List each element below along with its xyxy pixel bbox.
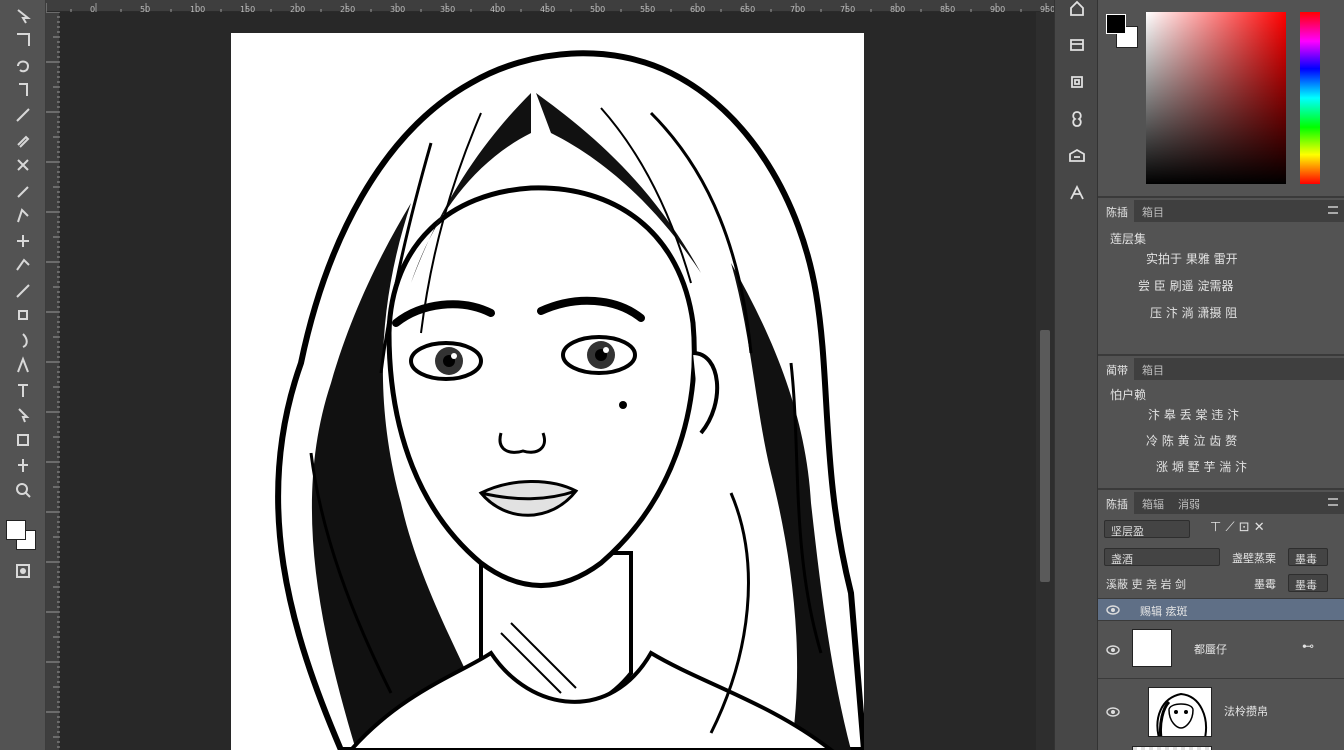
type-tool-icon[interactable] bbox=[10, 379, 36, 401]
tab-panel2-primary[interactable]: 陈插 bbox=[1098, 200, 1134, 222]
properties-icon[interactable] bbox=[1063, 105, 1091, 133]
photoshop-window: 0 50 100 150 200 250 300 350 400 450 500 550 600 650 7… bbox=[0, 0, 1344, 750]
panel2-line-2[interactable]: 尝 臣 刷遥 淀需器 bbox=[1138, 277, 1233, 294]
left-ruler bbox=[46, 11, 60, 750]
history-icon[interactable] bbox=[1063, 31, 1091, 59]
panel-icon-strip bbox=[1054, 0, 1098, 750]
panel3-line-3[interactable]: 涨 塬 墅 芋 湍 汴 bbox=[1156, 458, 1247, 475]
scrollbar-thumb[interactable] bbox=[1040, 330, 1050, 582]
color-saturation-field[interactable] bbox=[1146, 12, 1286, 184]
opacity-field[interactable]: 墨毒 bbox=[1288, 548, 1328, 566]
tab-paths[interactable]: 消弱 bbox=[1170, 492, 1206, 514]
panel3-title: 怕户赖 bbox=[1110, 388, 1147, 402]
move-tool-icon[interactable] bbox=[10, 4, 36, 26]
canvas-vertical-scrollbar[interactable] bbox=[1036, 12, 1054, 750]
panel2-title: 莲层集 bbox=[1110, 232, 1147, 246]
layer-name[interactable]: 赐辑 痃斑 bbox=[1140, 603, 1188, 619]
home-icon[interactable] bbox=[1063, 0, 1091, 22]
layers-panel-tabs: 陈插 箱辐 消弱 bbox=[1098, 492, 1344, 514]
tab-panel3-primary[interactable]: 蔺带 bbox=[1098, 358, 1134, 380]
tab-panel2-secondary[interactable]: 箱目 bbox=[1134, 200, 1170, 222]
layer-thumbnail[interactable] bbox=[1148, 687, 1212, 737]
tab-layers[interactable]: 陈插 bbox=[1098, 492, 1134, 514]
path-select-tool-icon[interactable] bbox=[10, 404, 36, 426]
shape-tool-icon[interactable] bbox=[10, 429, 36, 451]
opacity-label: 盏壁蒸栗 bbox=[1232, 552, 1276, 565]
color-panel-foreground-swatch[interactable] bbox=[1106, 14, 1126, 34]
properties-panel: 陈插 箱目 莲层集 实拍于 果雅 雷开 尝 臣 刷遥 淀需器 压 汴 淌 潇摄 … bbox=[1098, 200, 1344, 356]
layer-link-icon: ⊷ bbox=[1302, 639, 1314, 653]
foreground-color-swatch[interactable] bbox=[6, 520, 26, 540]
healing-brush-tool-icon[interactable] bbox=[10, 154, 36, 176]
adjustments-panel: 蔺带 箱目 怕户赖 汴 皋 丢 棠 违 汴 冷 陈 黄 泣 齿 赘 涨 塬 墅 … bbox=[1098, 358, 1344, 490]
kind-filter-dropdown[interactable]: 坚层盈 bbox=[1104, 520, 1190, 538]
zoom-tool-icon[interactable] bbox=[10, 479, 36, 501]
adjustments-panel-tabs: 蔺带 箱目 bbox=[1098, 358, 1344, 380]
panel2-line-3[interactable]: 压 汴 淌 潇摄 阻 bbox=[1150, 304, 1237, 321]
lock-options[interactable]: 溪蔽 吏 尧 岩 剑 bbox=[1106, 576, 1186, 592]
panel3-line-1[interactable]: 汴 皋 丢 棠 违 汴 bbox=[1148, 406, 1239, 423]
portrait-thumbnail-icon bbox=[1156, 692, 1207, 736]
libraries-icon[interactable] bbox=[1063, 142, 1091, 170]
dodge-tool-icon[interactable] bbox=[10, 329, 36, 351]
blur-tool-icon[interactable] bbox=[10, 304, 36, 326]
eraser-tool-icon[interactable] bbox=[10, 254, 36, 276]
tab-channels[interactable]: 箱辐 bbox=[1134, 492, 1170, 514]
layer-row[interactable]: 赐辑 痃斑 bbox=[1098, 598, 1344, 620]
eyedropper-tool-icon[interactable] bbox=[10, 129, 36, 151]
swatches-icon[interactable] bbox=[1063, 68, 1091, 96]
right-panels: 陈插 箱目 莲层集 实拍于 果雅 雷开 尝 臣 刷遥 淀需器 压 汴 淌 潇摄 … bbox=[1098, 0, 1344, 750]
tab-panel3-secondary[interactable]: 箱目 bbox=[1134, 358, 1170, 380]
portrait-line-art bbox=[275, 50, 864, 750]
adjustments-icon[interactable] bbox=[1063, 179, 1091, 207]
layers-panel: 陈插 箱辐 消弱 坚层盈 ⊤ ⟋ ⊡ ✕ 盏酒 盏壁蒸栗 墨毒 溪蔽 吏 尧 岩… bbox=[1098, 492, 1344, 750]
panel2-line-1[interactable]: 实拍于 果雅 雷开 bbox=[1146, 250, 1238, 267]
tools-toolbar bbox=[0, 0, 46, 750]
layers-panel-menu-icon[interactable] bbox=[1328, 498, 1338, 506]
hue-slider[interactable] bbox=[1300, 12, 1320, 184]
hand-tool-icon[interactable] bbox=[10, 454, 36, 476]
history-brush-tool-icon[interactable] bbox=[10, 229, 36, 251]
next-layer-thumbnail bbox=[1132, 746, 1212, 750]
pen-tool-icon[interactable] bbox=[10, 354, 36, 376]
color-panel bbox=[1098, 0, 1344, 198]
fill-label: 墨霉 bbox=[1254, 578, 1276, 591]
panel3-line-2[interactable]: 冷 陈 黄 泣 齿 赘 bbox=[1146, 432, 1237, 449]
clone-stamp-tool-icon[interactable] bbox=[10, 204, 36, 226]
panel-menu-icon[interactable] bbox=[1328, 206, 1338, 214]
quick-select-tool-icon[interactable] bbox=[10, 79, 36, 101]
layer-filter-icons[interactable]: ⊤ ⟋ ⊡ ✕ bbox=[1210, 520, 1265, 535]
lasso-tool-icon[interactable] bbox=[10, 54, 36, 76]
blend-mode-dropdown[interactable]: 盏酒 bbox=[1104, 548, 1220, 566]
crop-tool-icon[interactable] bbox=[10, 104, 36, 126]
layer-row[interactable]: 都蜃仔 ⊷ bbox=[1098, 620, 1344, 678]
color-swatches[interactable] bbox=[4, 518, 40, 556]
layer-name[interactable]: 法柃攒帛 bbox=[1224, 703, 1268, 719]
eye-icon[interactable] bbox=[1106, 645, 1120, 655]
eye-icon[interactable] bbox=[1106, 605, 1120, 615]
quick-mask-icon[interactable] bbox=[10, 560, 36, 582]
layer-thumbnail[interactable] bbox=[1132, 629, 1172, 667]
brush-tool-icon[interactable] bbox=[10, 179, 36, 201]
fill-field[interactable]: 墨毒 bbox=[1288, 574, 1328, 592]
properties-panel-tabs: 陈插 箱目 bbox=[1098, 200, 1344, 222]
layer-name[interactable]: 都蜃仔 bbox=[1194, 641, 1227, 657]
layer-row[interactable]: 法柃攒帛 bbox=[1098, 678, 1344, 742]
artboard-portrait[interactable] bbox=[231, 33, 864, 750]
canvas-area[interactable] bbox=[60, 12, 1036, 750]
marquee-tool-icon[interactable] bbox=[10, 29, 36, 51]
gradient-tool-icon[interactable] bbox=[10, 279, 36, 301]
top-ruler: 0 50 100 150 200 250 300 350 400 450 500 550 600 650 7… bbox=[45, 0, 1055, 15]
eye-icon[interactable] bbox=[1106, 707, 1120, 717]
